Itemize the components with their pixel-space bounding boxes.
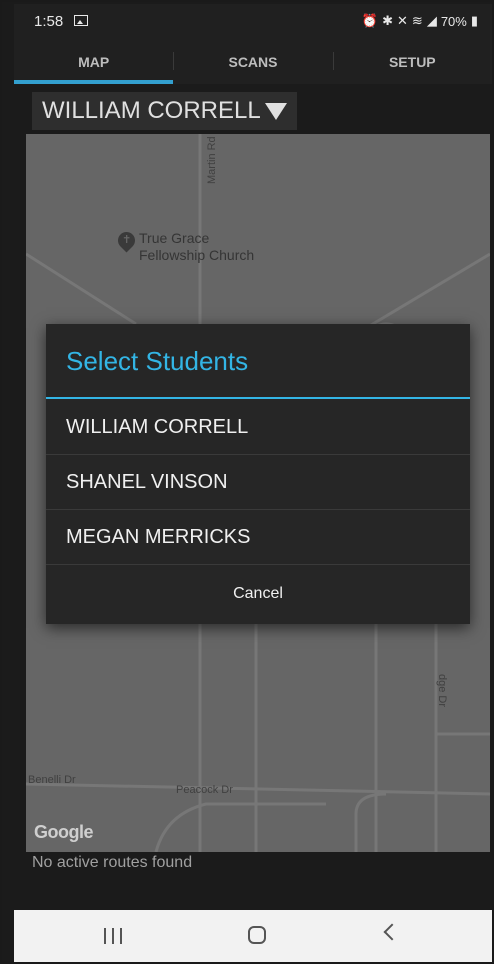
church-pin-icon — [118, 232, 135, 254]
tab-bar: MAP SCANS SETUP — [14, 38, 492, 84]
dialog-title: Select Students — [66, 346, 249, 376]
poi-line2: Fellowship Church — [139, 247, 255, 263]
dropdown-triangle-icon — [264, 102, 287, 120]
poi-line1: True Grace — [139, 230, 210, 246]
student-selector[interactable]: WILLIAM CORRELL — [32, 92, 297, 130]
road-label-martin: Martin Rd — [206, 136, 218, 184]
google-logo: Google — [34, 822, 94, 842]
mute-icon: ✕ — [397, 13, 408, 28]
wifi-icon: ≋ — [411, 13, 423, 28]
back-icon[interactable] — [383, 923, 401, 941]
road-label-benelli: Benelli Dr — [28, 774, 76, 786]
student-option-megan[interactable]: MEGAN MERRICKS — [46, 510, 470, 565]
cancel-button[interactable]: Cancel — [46, 566, 470, 622]
phone-frame: 1:58 ⏰ ✱ ✕ ≋ ◢ 70% ▮ MAP SCANS SETUP WIL… — [0, 0, 494, 964]
select-students-dialog: Select Students WILLIAM CORRELL SHANEL V… — [46, 324, 470, 624]
status-time: 1:58 — [34, 13, 64, 30]
home-icon[interactable] — [248, 926, 266, 944]
alarm-icon: ⏰ — [361, 13, 379, 28]
signal-icon: ◢ — [426, 13, 437, 28]
selector-value: WILLIAM CORRELL — [42, 97, 261, 124]
status-icons: ⏰ ✱ ✕ ≋ ◢ 70% ▮ — [362, 13, 478, 29]
battery-level: 70% — [440, 13, 467, 29]
student-option-william[interactable]: WILLIAM CORRELL — [46, 400, 470, 455]
app-screen: 1:58 ⏰ ✱ ✕ ≋ ◢ 70% ▮ MAP SCANS SETUP WIL… — [14, 4, 492, 962]
status-bar: 1:58 ⏰ ✱ ✕ ≋ ◢ 70% ▮ — [14, 4, 492, 38]
tab-setup[interactable]: SETUP — [332, 38, 492, 84]
tab-map[interactable]: MAP — [14, 38, 174, 84]
student-option-shanel[interactable]: SHANEL VINSON — [46, 455, 470, 510]
road-label-lodge: dge Dr — [436, 674, 448, 708]
dialog-divider — [46, 397, 470, 399]
image-icon — [74, 15, 88, 26]
system-nav-bar — [14, 910, 492, 962]
road-label-peacock: Peacock Dr — [176, 784, 233, 796]
bluetooth-icon: ✱ — [382, 13, 393, 28]
battery-icon: ▮ — [470, 13, 478, 28]
poi-church[interactable]: True Grace Fellowship Church — [118, 230, 254, 264]
routes-status: No active routes found — [32, 854, 193, 871]
tab-scans[interactable]: SCANS — [173, 38, 332, 84]
recents-icon[interactable] — [104, 928, 122, 944]
